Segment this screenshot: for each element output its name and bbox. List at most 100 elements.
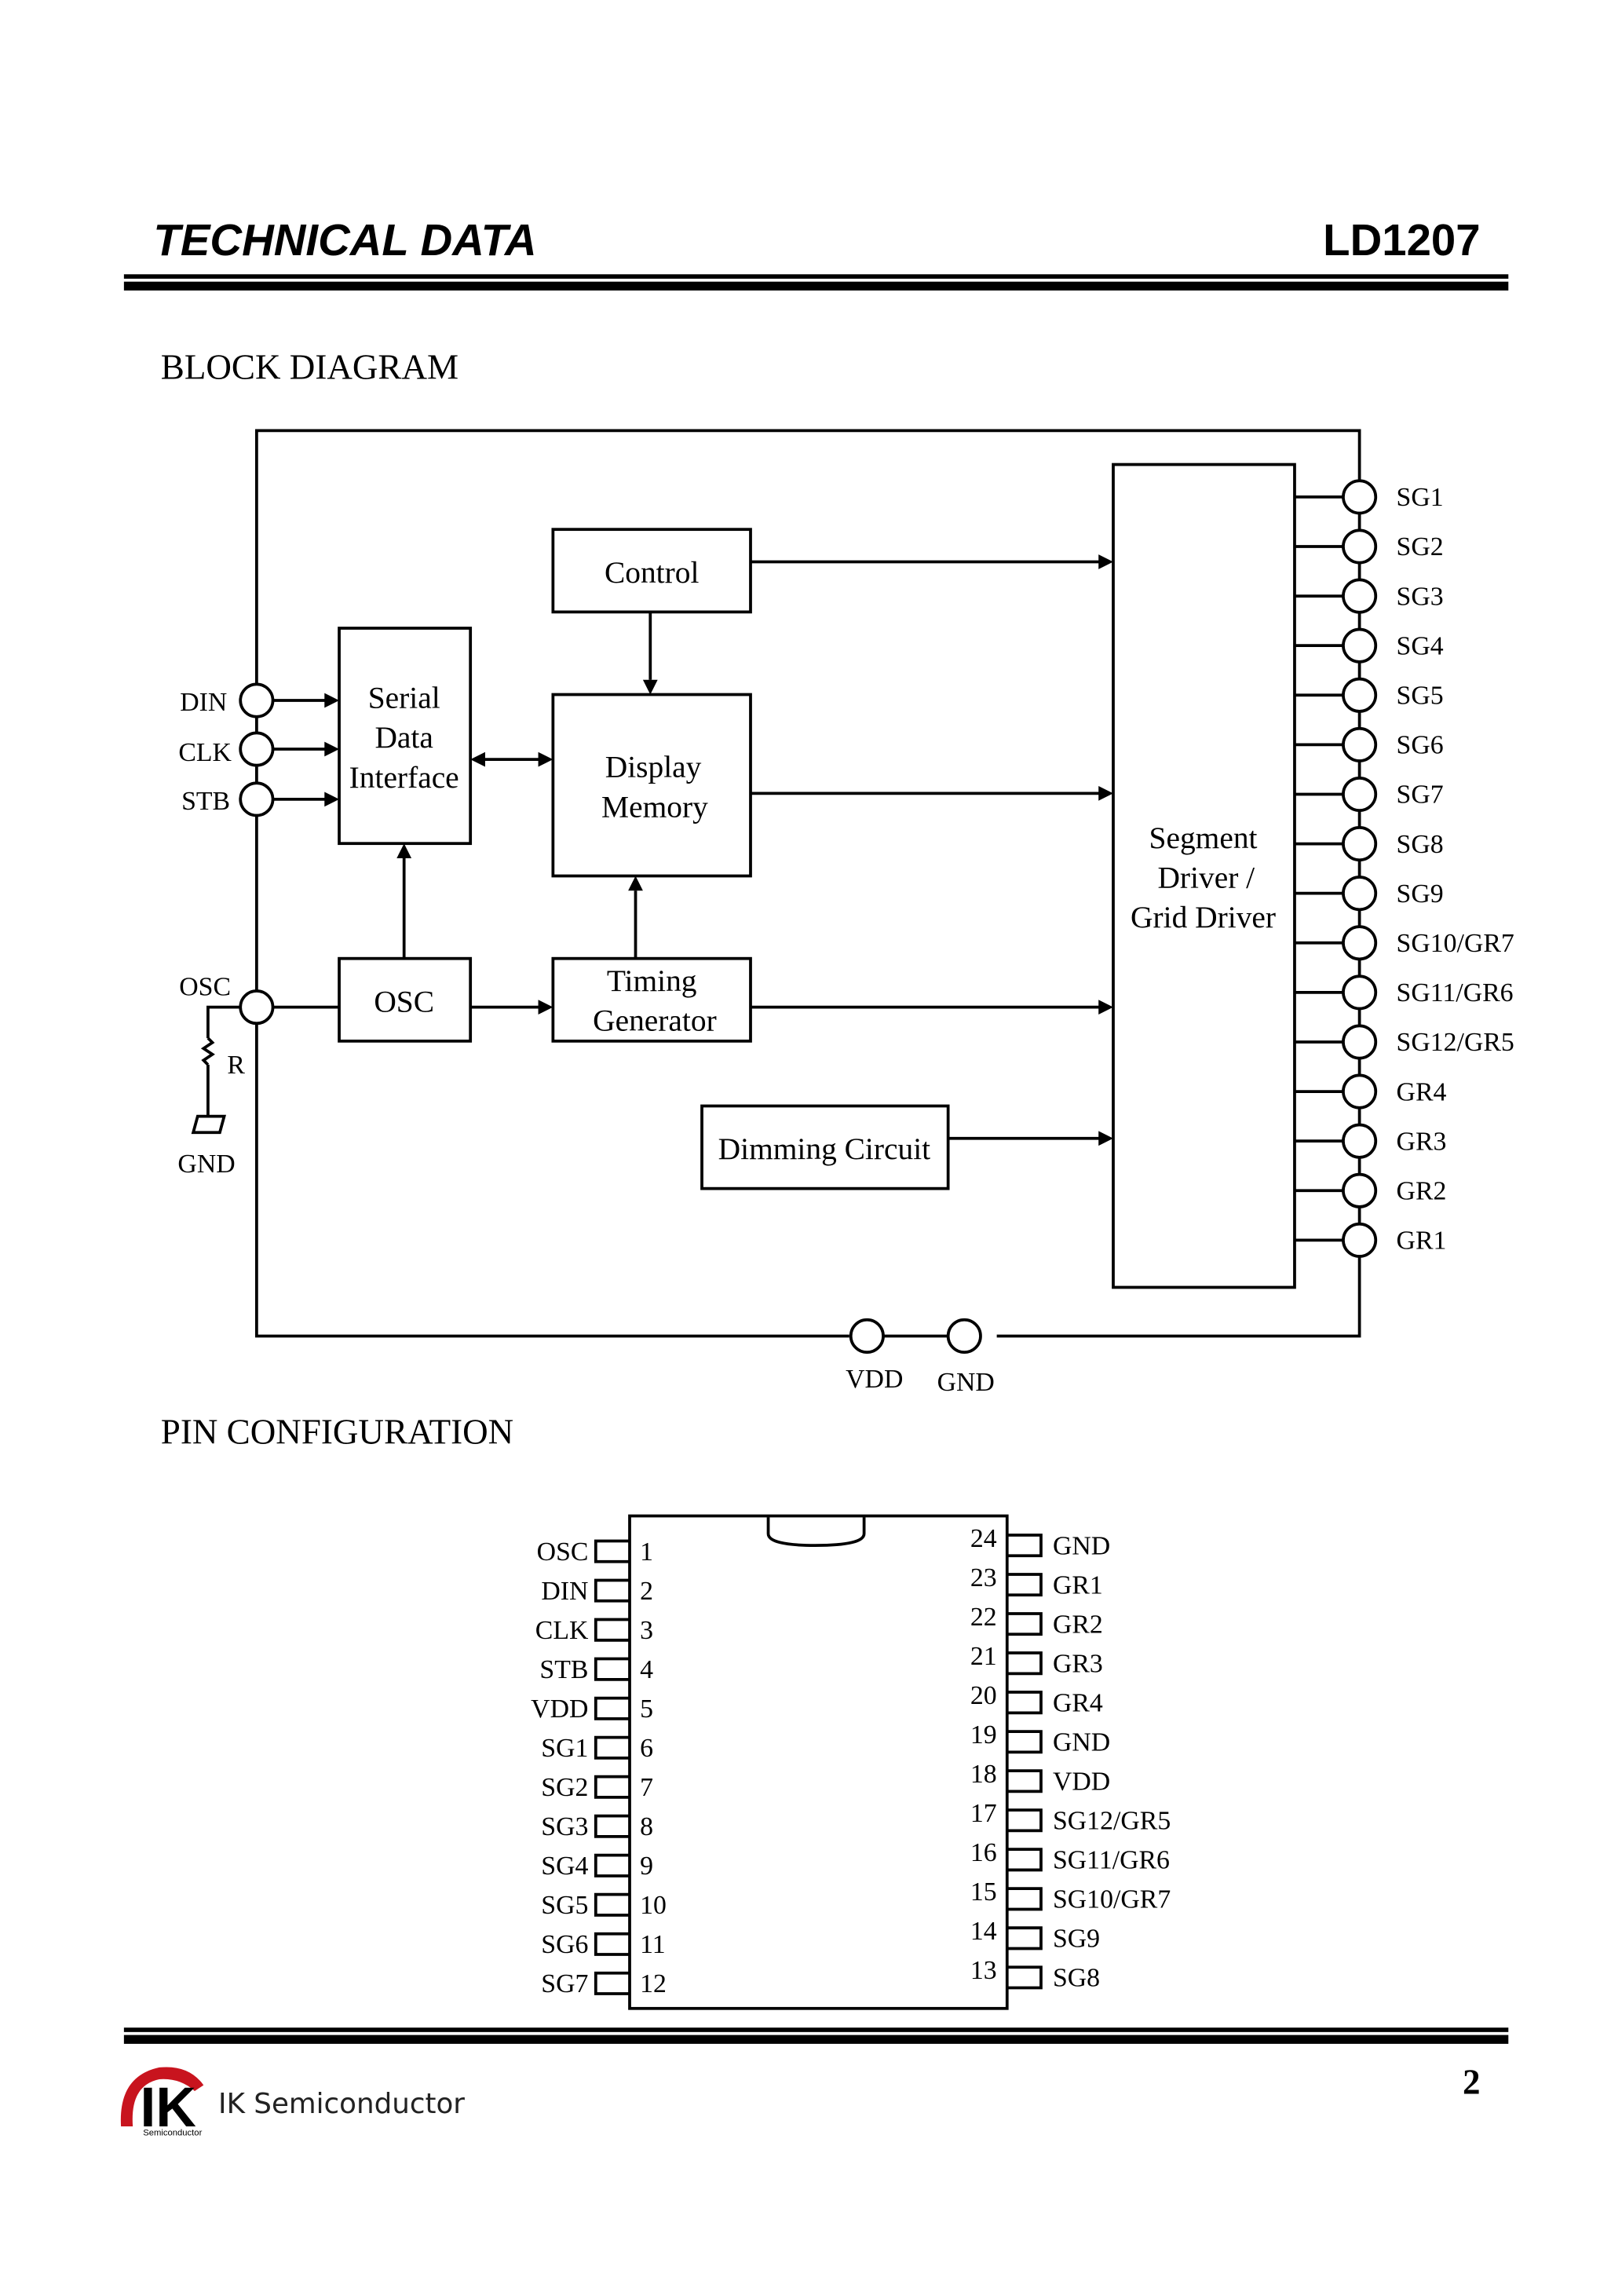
ic-pin-name: GR3 (1053, 1649, 1103, 1678)
driver-label-3: Grid Driver (1131, 900, 1276, 934)
output-pin-label: SG2 (1397, 532, 1444, 561)
input-pins: DIN CLK STB (178, 682, 340, 817)
ic-pin-number: 13 (970, 1956, 997, 1985)
ic-pin-right (1006, 1848, 1043, 1872)
ic-pin-number: 12 (640, 1969, 667, 1998)
ic-pin-name: SG2 (541, 1773, 588, 1802)
ic-pin-name: VDD (531, 1695, 588, 1724)
footer-rule-thick (123, 2035, 1509, 2044)
output-pin (1342, 1172, 1378, 1208)
ic-pin-left (594, 1892, 630, 1917)
arrow-osc-to-serial (396, 843, 412, 858)
page-header: TECHNICAL DATA LD1207 (123, 215, 1509, 291)
timing-label-1: Timing (607, 963, 697, 998)
ic-pin-right (1006, 1573, 1043, 1597)
ic-pin-right (1006, 1612, 1043, 1636)
din-pin (239, 682, 275, 718)
ic-pin-right (1006, 1808, 1043, 1833)
ic-pin-name: GND (1053, 1531, 1110, 1560)
gnd-pin-label: GND (937, 1368, 995, 1397)
header-title: TECHNICAL DATA (153, 215, 536, 265)
arrow-dimming-to-driver (1098, 1131, 1113, 1146)
ic-pin-right (1006, 1730, 1043, 1754)
stb-label: STB (181, 787, 230, 816)
ic-pin-name: SG5 (541, 1891, 588, 1920)
stb-pin (239, 781, 275, 817)
ic-pin-left (594, 1932, 630, 1956)
control-block-label: Control (605, 555, 700, 590)
output-pin (1342, 1024, 1378, 1060)
page-number: 2 (1463, 2063, 1481, 2102)
output-pin-label: SG9 (1397, 879, 1444, 909)
output-pin-label: SG4 (1397, 631, 1444, 660)
ic-pin-left (594, 1657, 630, 1681)
ic-pin-number: 18 (970, 1760, 997, 1789)
ic-pin-name: GR1 (1053, 1570, 1103, 1600)
output-pin-label: SG1 (1397, 483, 1444, 512)
output-pin-label: SG8 (1397, 830, 1444, 859)
output-pin-label: SG6 (1397, 731, 1444, 760)
vdd-pin-label: VDD (846, 1365, 903, 1394)
ic-pin-name: SG12/GR5 (1053, 1807, 1171, 1836)
ic-pin-name: SG9 (1053, 1925, 1100, 1954)
ic-pin-name: VDD (1053, 1768, 1110, 1797)
ic-pin-name: SG11/GR6 (1053, 1846, 1170, 1875)
output-pin (1342, 876, 1378, 912)
ic-pin-left (594, 1775, 630, 1799)
resistor-label: R (227, 1051, 245, 1080)
ic-pin-number: 21 (970, 1642, 997, 1671)
output-pin (1342, 776, 1378, 813)
ic-pin-number: 9 (640, 1852, 653, 1881)
arrow-timing-to-driver (1098, 1000, 1113, 1015)
output-pins: SG1 SG2 SG3 SG4 SG5 SG6 SG7 SG8 SG9 SG10/GR7 SG11/… (1294, 479, 1514, 1258)
vdd-pin (849, 1318, 885, 1354)
ic-pin-right (1006, 1926, 1043, 1951)
ic-pin-left (594, 1578, 630, 1603)
ic-package: OSC 1 DIN 2 CLK 3 STB 4 VDD 5 SG1 6 SG2 7 SG3 8 SG4 9 SG5 1… (531, 1514, 1171, 2010)
ground-icon (191, 1114, 227, 1135)
ic-pin-left (594, 1618, 630, 1642)
output-pin (1342, 925, 1378, 961)
footer-rule-thin (123, 2027, 1509, 2032)
output-pin-label: GR1 (1397, 1227, 1447, 1256)
ic-pin-number: 7 (640, 1773, 653, 1802)
arrow-osc-to-timing (538, 1000, 553, 1015)
ic-pin-name: CLK (535, 1616, 589, 1645)
osc-external: OSC R GND (177, 973, 275, 1179)
memory-label-1: Display (605, 750, 702, 784)
output-pin (1342, 1073, 1378, 1110)
ic-pin-number: 24 (970, 1524, 997, 1553)
output-pin (1342, 578, 1378, 614)
arrow-control-to-driver (1098, 554, 1113, 569)
ic-pin-name: SG8 (1053, 1964, 1100, 1993)
timing-label-2: Generator (593, 1004, 717, 1038)
ic-pin-name: SG3 (541, 1812, 588, 1841)
ic-pin-right (1006, 1691, 1043, 1715)
ic-pin-right (1006, 1534, 1043, 1558)
ic-pin-number: 6 (640, 1734, 653, 1763)
ic-pin-name: GR4 (1053, 1688, 1103, 1717)
osc-pin-label: OSC (179, 973, 231, 1002)
arrow-memory-to-driver (1098, 785, 1113, 801)
ic-pin-name: SG7 (541, 1969, 588, 1998)
pin-config-title: PIN CONFIGURATION (161, 1413, 513, 1452)
ic-pin-number: 1 (640, 1537, 653, 1567)
ic-pin-name: STB (539, 1655, 588, 1684)
ic-pin-left (594, 1696, 630, 1720)
datasheet-page: TECHNICAL DATA LD1207 BLOCK DIAGRAM Cont… (120, 215, 1514, 2139)
display-memory-block (551, 693, 752, 878)
serial-label-2: Data (374, 720, 433, 755)
serial-label-3: Interface (349, 760, 459, 795)
ic-pin-number: 10 (640, 1891, 667, 1920)
output-pin (1342, 627, 1378, 664)
output-pin-label: SG10/GR7 (1397, 929, 1514, 958)
dimming-label: Dimming Circuit (718, 1132, 931, 1166)
resistor-icon (200, 1036, 215, 1066)
ic-pin-name: SG4 (541, 1852, 588, 1881)
header-rule-thick (123, 281, 1509, 291)
block-diagram: Control Serial Data Interface Display Me… (177, 429, 1514, 1397)
arrow-memory-to-serial (470, 751, 485, 767)
header-part-number: LD1207 (1323, 215, 1480, 265)
ic-pin-right (1006, 1769, 1043, 1793)
output-pin (1342, 974, 1378, 1011)
